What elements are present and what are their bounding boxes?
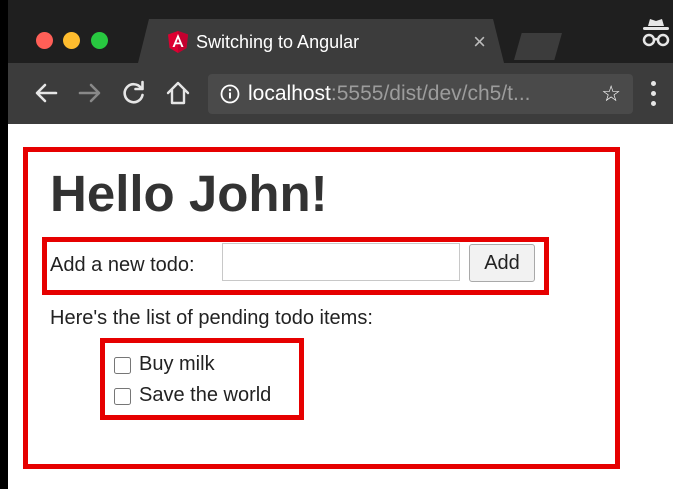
tab-close-icon[interactable]: × — [473, 29, 486, 55]
url-text: localhost:5555/dist/dev/ch5/t... — [248, 82, 531, 106]
address-bar[interactable]: localhost:5555/dist/dev/ch5/t... ☆ — [208, 74, 633, 114]
window-minimize-button[interactable] — [63, 32, 80, 49]
url-path: :5555/dist/dev/ch5/t... — [330, 82, 531, 105]
window-maximize-button[interactable] — [91, 32, 108, 49]
page-title: Hello John! — [50, 165, 328, 222]
page-content: Hello John! Add a new todo: Add Here's t… — [8, 124, 673, 489]
window-edge — [0, 124, 8, 489]
home-icon[interactable] — [164, 79, 192, 107]
todo-input-label: Add a new todo: — [50, 254, 195, 276]
add-todo-button[interactable]: Add — [469, 244, 535, 282]
back-arrow-icon[interactable] — [32, 79, 60, 107]
url-host: localhost — [248, 82, 331, 105]
todo-list-caption: Here's the list of pending todo items: — [50, 307, 373, 329]
browser-tab[interactable]: Switching to Angular × — [138, 19, 504, 63]
todo-item-label: Save the world — [139, 384, 272, 406]
incognito-icon — [642, 19, 670, 47]
browser-menu-icon[interactable] — [651, 81, 657, 107]
reload-icon[interactable] — [120, 79, 148, 107]
angular-logo-icon — [168, 31, 188, 53]
tab-title: Switching to Angular — [196, 32, 360, 52]
info-icon[interactable] — [220, 84, 240, 104]
browser-toolbar: localhost:5555/dist/dev/ch5/t... ☆ — [0, 63, 673, 124]
todo-item-label: Buy milk — [139, 353, 215, 375]
new-todo-input[interactable] — [222, 243, 460, 281]
todo-checkbox[interactable] — [114, 388, 131, 405]
component-highlight-list — [100, 338, 304, 420]
todo-checkbox[interactable] — [114, 357, 131, 374]
bookmark-star-icon[interactable]: ☆ — [601, 81, 621, 107]
window-close-button[interactable] — [36, 32, 53, 49]
forward-arrow-icon[interactable] — [76, 79, 104, 107]
browser-tab-bar: Switching to Angular × — [0, 0, 673, 63]
new-tab-button[interactable] — [514, 33, 562, 60]
